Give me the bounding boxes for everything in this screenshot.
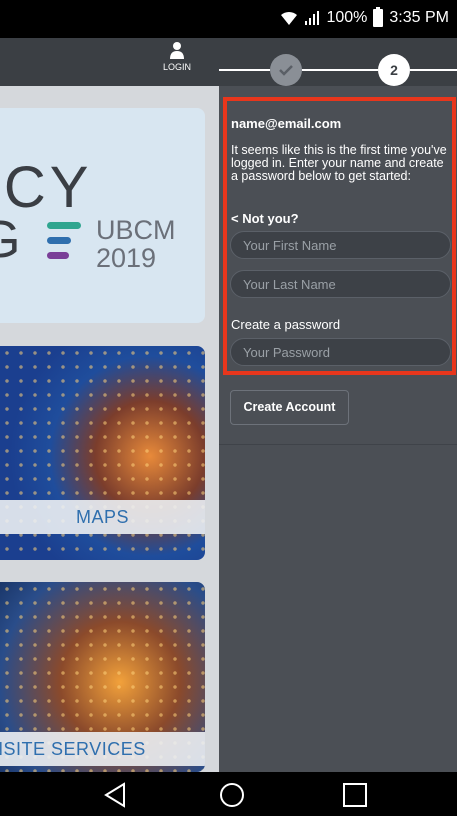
logo-bars bbox=[47, 222, 81, 268]
logo-bar-1 bbox=[47, 222, 81, 229]
step-indicator: 2 bbox=[219, 38, 457, 86]
login-button[interactable]: LOGIN bbox=[157, 41, 197, 81]
banner-text-line2: G bbox=[0, 211, 21, 269]
user-icon bbox=[170, 42, 184, 59]
battery-percent: 100% bbox=[326, 9, 368, 26]
app-header: LOGIN bbox=[0, 38, 219, 86]
status-indicators: 100% 3:35 PM bbox=[280, 7, 449, 27]
wifi-icon bbox=[280, 10, 298, 26]
onsite-services-tile[interactable]: NSITE SERVICES bbox=[0, 582, 205, 772]
create-account-button[interactable]: Create Account bbox=[230, 390, 349, 425]
step-line-middle bbox=[302, 69, 378, 71]
event-name: UBCM 2019 bbox=[96, 216, 176, 272]
status-bar: 100% 3:35 PM bbox=[0, 0, 457, 38]
back-icon[interactable] bbox=[103, 782, 127, 808]
login-label: LOGIN bbox=[162, 62, 191, 72]
battery-icon bbox=[373, 7, 384, 27]
first-name-input[interactable]: Your First Name bbox=[230, 231, 451, 259]
event-banner[interactable]: NCY G UBCM 2019 bbox=[0, 108, 205, 323]
last-name-input[interactable]: Your Last Name bbox=[230, 270, 451, 298]
step-1-complete bbox=[270, 54, 302, 86]
recent-apps-icon[interactable] bbox=[342, 782, 368, 808]
onsite-services-label-bar: NSITE SERVICES bbox=[0, 732, 205, 766]
home-icon[interactable] bbox=[219, 782, 245, 808]
not-you-link[interactable]: < Not you? bbox=[231, 211, 299, 226]
password-label: Create a password bbox=[231, 317, 341, 332]
step-line-right bbox=[410, 69, 457, 71]
onsite-services-label: NSITE SERVICES bbox=[0, 739, 146, 759]
clock: 3:35 PM bbox=[389, 9, 449, 26]
maps-tile[interactable]: MAPS bbox=[0, 346, 205, 560]
password-input[interactable]: Your Password bbox=[230, 338, 451, 366]
event-year: 2019 bbox=[96, 243, 157, 273]
logo-bar-3 bbox=[47, 252, 69, 259]
first-login-message: It seems like this is the first time you… bbox=[231, 143, 447, 183]
app-background: LOGIN NCY G UBCM 2019 MAPS NSITE SERVICE… bbox=[0, 38, 219, 772]
account-panel: 2 name@email.com It seems like this is t… bbox=[219, 38, 457, 772]
divider bbox=[219, 444, 457, 445]
signal-icon bbox=[304, 10, 320, 26]
logo-bar-2 bbox=[47, 237, 71, 244]
maps-label: MAPS bbox=[0, 500, 205, 534]
check-icon bbox=[279, 65, 293, 76]
navigation-bar bbox=[0, 772, 457, 816]
step-2-current: 2 bbox=[378, 54, 410, 86]
user-email: name@email.com bbox=[231, 116, 342, 131]
step-line-left bbox=[219, 69, 270, 71]
event-acronym: UBCM bbox=[96, 215, 176, 245]
